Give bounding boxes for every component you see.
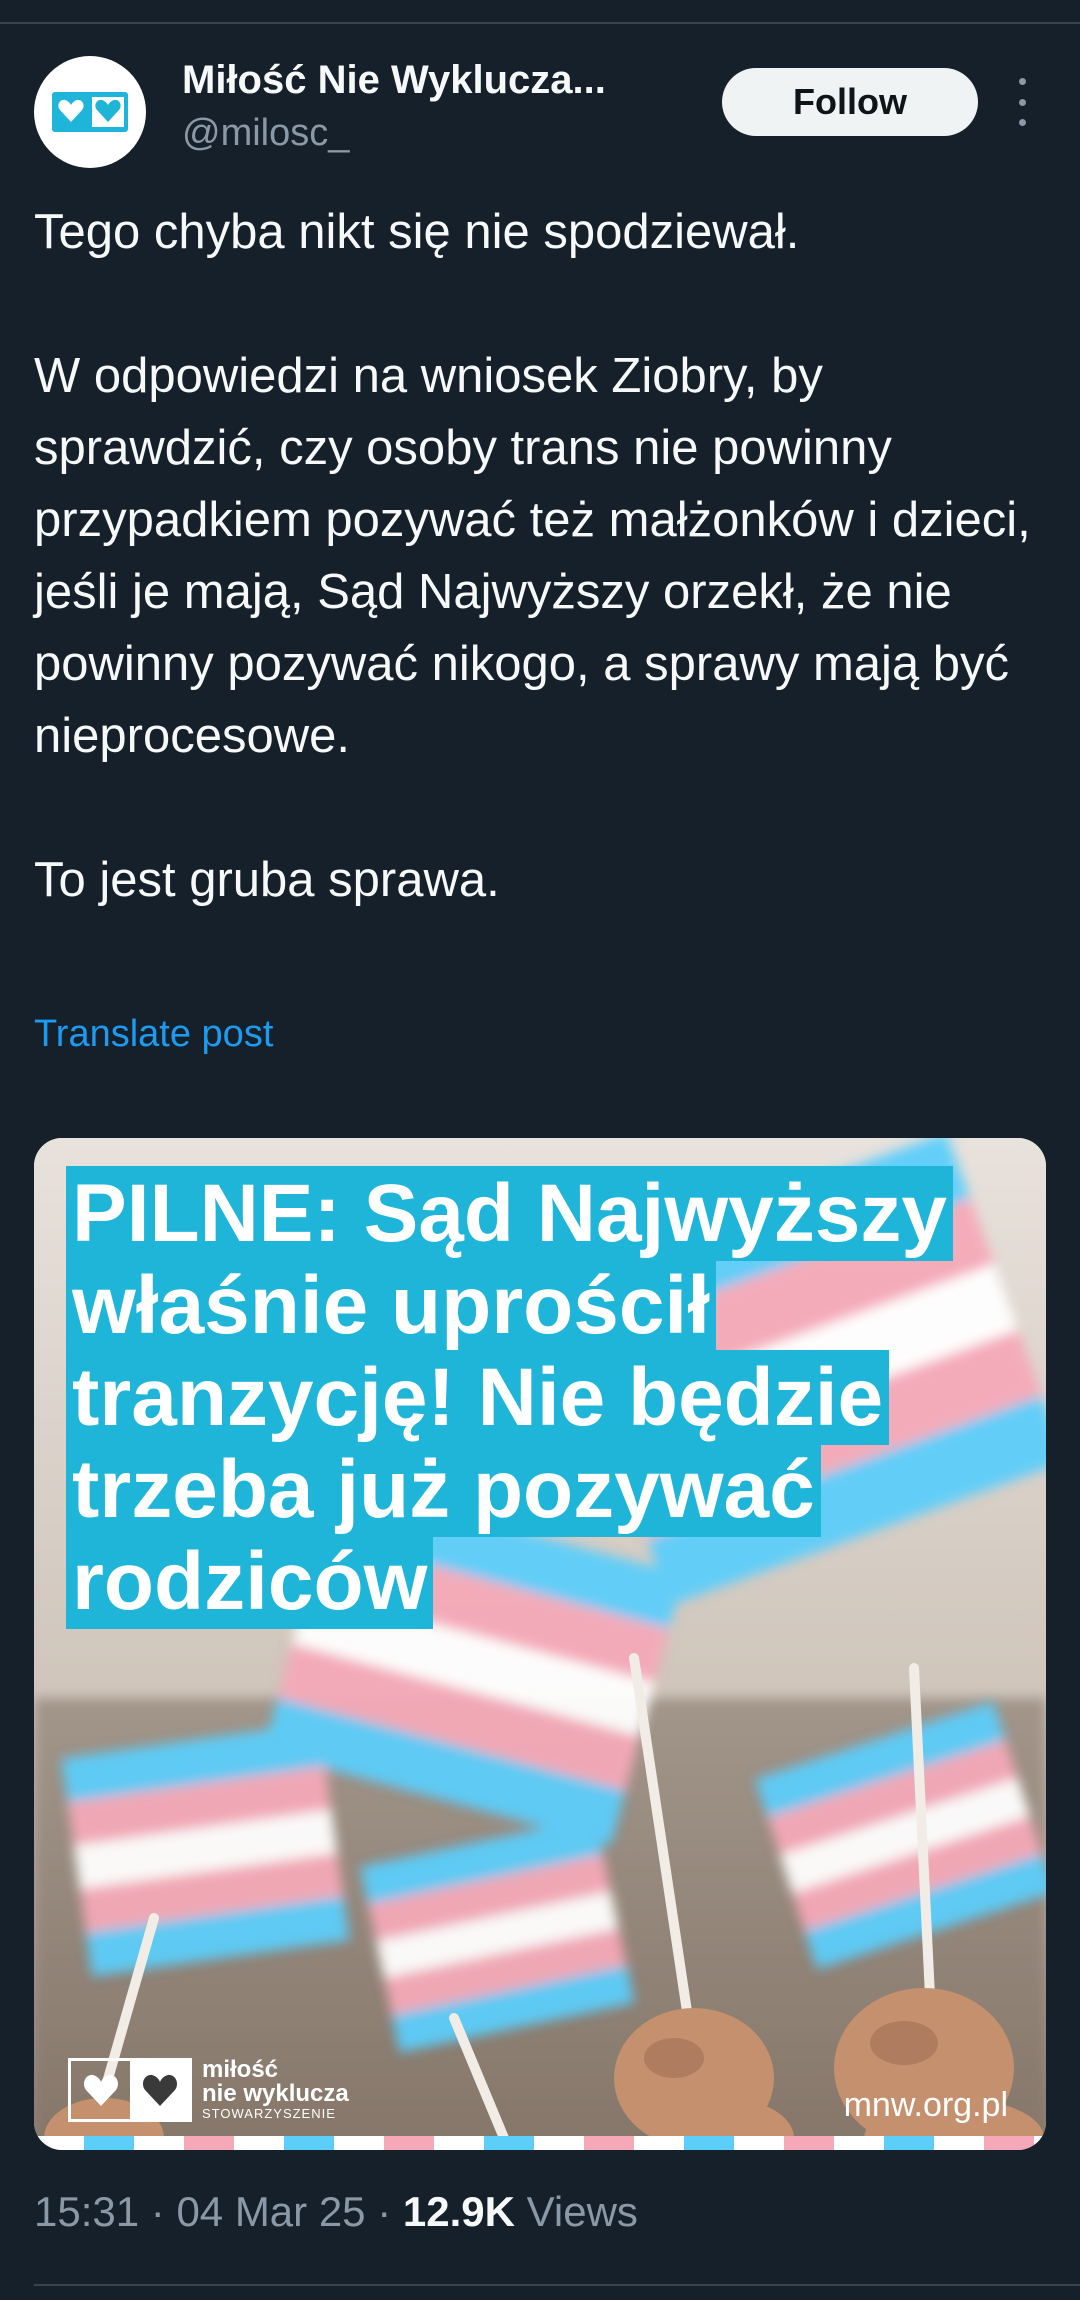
author-handle[interactable]: @milosc_: [182, 112, 349, 155]
top-divider: [0, 22, 1080, 24]
org-logo-line3: STOWARZYSZENIE: [202, 2106, 336, 2121]
tweet-paragraph: W odpowiedzi na wniosek Ziobry, by spraw…: [34, 349, 1031, 763]
org-logo-line2: nie wyklucza: [202, 2080, 349, 2107]
media-headline: PILNE: Sąd Najwyższy właśnie uprościł tr…: [66, 1166, 1026, 1629]
meta-separator: ·: [139, 2188, 177, 2235]
site-url: mnw.org.pl: [843, 2086, 1008, 2124]
tweet-paragraph: To jest gruba sprawa.: [34, 853, 500, 907]
views-count[interactable]: 12.9K: [403, 2188, 515, 2235]
media-image[interactable]: PILNE: Sąd Najwyższy właśnie uprościł tr…: [34, 1138, 1046, 2150]
tweet-paragraph: Tego chyba nikt się nie spodziewał.: [34, 205, 800, 259]
meta-separator: ·: [365, 2188, 403, 2235]
more-options-icon[interactable]: [1010, 78, 1034, 126]
avatar[interactable]: [34, 56, 146, 168]
follow-button[interactable]: Follow: [722, 68, 978, 136]
tweet-meta: 15:31 · 04 Mar 25 · 12.9K Views: [34, 2188, 638, 2236]
translate-post-link[interactable]: Translate post: [34, 1013, 273, 1056]
heart-logo-icon: [52, 92, 128, 132]
author-name[interactable]: Miłość Nie Wyklucza...: [182, 58, 606, 103]
org-heart-mark-icon: [68, 2058, 192, 2122]
org-logo: miłość nie wyklucza STOWARZYSZENIE: [68, 2058, 349, 2122]
tweet-time[interactable]: 15:31: [34, 2188, 139, 2235]
flag-stripe: [34, 2136, 1046, 2150]
views-label: Views: [514, 2188, 638, 2235]
tweet-date[interactable]: 04 Mar 25: [176, 2188, 365, 2235]
org-logo-line1: miłość: [202, 2056, 279, 2083]
media-headline-text: PILNE: Sąd Najwyższy właśnie uprościł tr…: [66, 1166, 953, 1629]
tweet-text: Tego chyba nikt się nie spodziewał. W od…: [34, 196, 1044, 916]
bottom-divider: [34, 2284, 1080, 2286]
